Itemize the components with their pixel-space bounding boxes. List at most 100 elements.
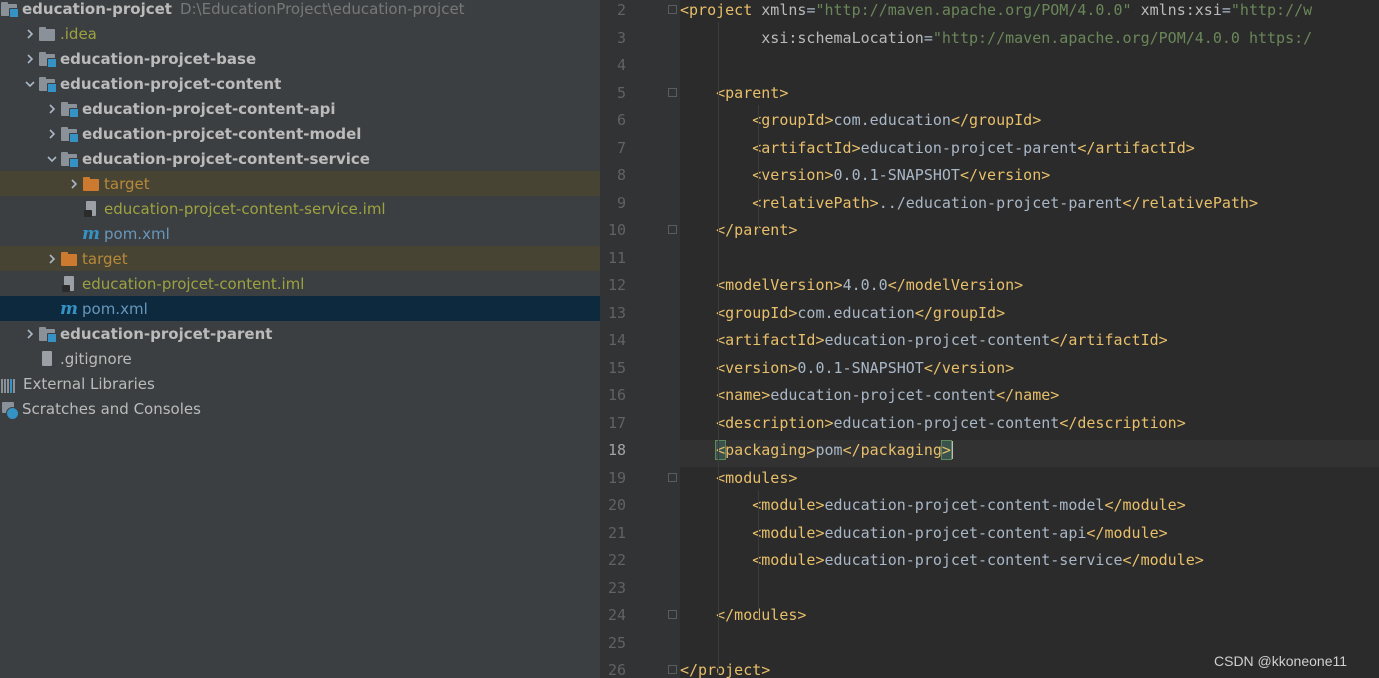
tree-item[interactable]: education-projcet-base (0, 46, 600, 71)
iml-file-icon (60, 275, 78, 293)
tree-item[interactable]: education-projcet-content-service.iml (0, 196, 600, 221)
code-line[interactable]: </modules> (680, 606, 806, 624)
tree-item[interactable]: Scratches and Consoles (0, 396, 600, 421)
code-line[interactable]: <parent> (680, 84, 788, 102)
module-folder-icon (38, 325, 57, 343)
line-number: 6 (616, 111, 626, 129)
line-number: 11 (607, 248, 626, 267)
tree-item-label: education-projcet-parent (60, 324, 273, 343)
text-file-icon (38, 350, 56, 368)
fold-marker-icon[interactable] (668, 610, 677, 619)
code-line[interactable]: <name>education-projcet-content</name> (680, 386, 1059, 404)
fold-marker-icon[interactable] (668, 225, 677, 234)
code-line[interactable]: <description>education-projcet-content</… (680, 414, 1186, 432)
module-folder-icon (60, 150, 79, 168)
tree-item-label: External Libraries (23, 374, 155, 393)
line-number: 5 (616, 83, 626, 102)
chevron-down-icon[interactable] (22, 71, 38, 96)
tree-item-label: education-projcet-content-api (82, 99, 336, 118)
code-line[interactable]: <groupId>com.education</groupId> (680, 304, 1005, 322)
line-number: 25 (607, 633, 626, 652)
fold-marker-icon[interactable] (668, 5, 677, 14)
ide-window: education-projcet D:\EducationProject\edu… (0, 0, 1379, 678)
tree-item-label: target (82, 249, 128, 268)
code-line[interactable]: <module>education-projcet-content-api</m… (680, 524, 1167, 542)
line-number: 17 (607, 413, 626, 432)
tree-item-label: pom.xml (82, 299, 148, 318)
module-folder-icon (60, 100, 79, 118)
line-number: 9 (616, 193, 626, 212)
module-folder-icon (38, 75, 57, 93)
chevron-right-icon[interactable] (44, 96, 60, 121)
tree-item[interactable]: target (0, 171, 600, 196)
chevron-right-icon[interactable] (22, 46, 38, 71)
code-line[interactable]: </parent> (680, 221, 797, 239)
chevron-right-icon[interactable] (22, 321, 38, 346)
tree-item[interactable]: education-projcet-content.iml (0, 271, 600, 296)
code-editor[interactable]: 2 3 4 5 6 7 8 9 10 11 12 13 14 15 16 17 18 19 20 21 22 23 24 25… (600, 0, 1379, 678)
tree-item-label: Scratches and Consoles (22, 399, 201, 418)
line-number: 10 (607, 221, 626, 239)
line-number-gutter[interactable]: 2 3 4 5 6 7 8 9 10 11 12 13 14 15 16 17 18 19 20 21 22 23 24 25… (600, 0, 680, 678)
code-line[interactable]: <groupId>com.education</groupId> (680, 111, 1041, 129)
line-number: 18 (607, 441, 626, 459)
code-line[interactable]: <module>education-projcet-content-model<… (680, 496, 1186, 514)
tree-item-label: education-projcet-content-model (82, 124, 362, 143)
tree-root[interactable]: education-projcet D:\EducationProject\edu… (0, 0, 600, 21)
line-number: 21 (607, 523, 626, 542)
scratches-icon (0, 400, 19, 420)
chevron-right-icon[interactable] (44, 246, 60, 271)
code-line[interactable]: <version>0.0.1-SNAPSHOT</version> (680, 166, 1050, 184)
tree-item[interactable]: education-projcet-content (0, 71, 600, 96)
tree-item[interactable]: education-projcet-content-model (0, 121, 600, 146)
code-line[interactable]: <relativePath>../education-projcet-paren… (680, 194, 1258, 212)
tree-item-label: .idea (60, 24, 97, 43)
tree-item-label: education-projcet (22, 0, 172, 18)
tree-item[interactable]: education-projcet-parent (0, 321, 600, 346)
tree-item[interactable]: m pom.xml (0, 296, 600, 321)
code-line[interactable]: <version>0.0.1-SNAPSHOT</version> (680, 359, 1014, 377)
project-path: D:\EducationProject\education-projcet (179, 0, 465, 18)
tree-item[interactable]: .gitignore (0, 346, 600, 371)
chevron-right-icon[interactable] (66, 171, 82, 196)
excluded-folder-icon (82, 175, 100, 193)
tree-item[interactable]: education-projcet-content-api (0, 96, 600, 121)
code-line[interactable]: xsi:schemaLocation="http://maven.apache.… (680, 29, 1312, 47)
fold-marker-icon[interactable] (668, 87, 677, 97)
watermark: CSDN @kkoneone11 (1214, 653, 1348, 669)
line-number: 26 (607, 661, 626, 678)
line-number: 15 (607, 358, 626, 377)
tree-item[interactable]: target (0, 246, 600, 271)
tree-item[interactable]: m pom.xml (0, 221, 600, 246)
chevron-right-icon[interactable] (44, 121, 60, 146)
fold-marker-icon[interactable] (668, 472, 677, 482)
line-number: 4 (616, 56, 626, 74)
indent-guide (758, 104, 759, 234)
code-line[interactable]: <project xmlns="http://maven.apache.org/… (680, 1, 1312, 19)
tree-item[interactable]: .idea (0, 21, 600, 46)
chevron-down-icon[interactable] (44, 146, 60, 171)
code-line[interactable]: <artifactId>education-projcet-content</a… (680, 331, 1168, 349)
code-line[interactable]: </project> (680, 661, 770, 678)
project-tree[interactable]: education-projcet D:\EducationProject\edu… (0, 0, 600, 678)
line-number: 16 (607, 386, 626, 404)
tree-item[interactable]: education-projcet-content-service (0, 146, 600, 171)
iml-file-icon (82, 200, 100, 218)
maven-icon: m (82, 223, 100, 244)
line-number: 2 (616, 1, 626, 19)
code-line[interactable]: <modelVersion>4.0.0</modelVersion> (680, 276, 1023, 294)
code-line[interactable]: <packaging>pom</packaging> (680, 440, 953, 460)
line-number: 13 (607, 303, 626, 322)
tree-item[interactable]: External Libraries (0, 371, 600, 396)
code-line[interactable]: <modules> (680, 469, 797, 487)
module-folder-icon (60, 125, 79, 143)
fold-marker-icon[interactable] (668, 665, 677, 674)
tree-item-label: education-projcet-base (60, 49, 257, 68)
line-number: 7 (616, 138, 626, 157)
tree-item-label: education-projcet-content (60, 74, 282, 93)
chevron-right-icon[interactable] (22, 21, 38, 46)
